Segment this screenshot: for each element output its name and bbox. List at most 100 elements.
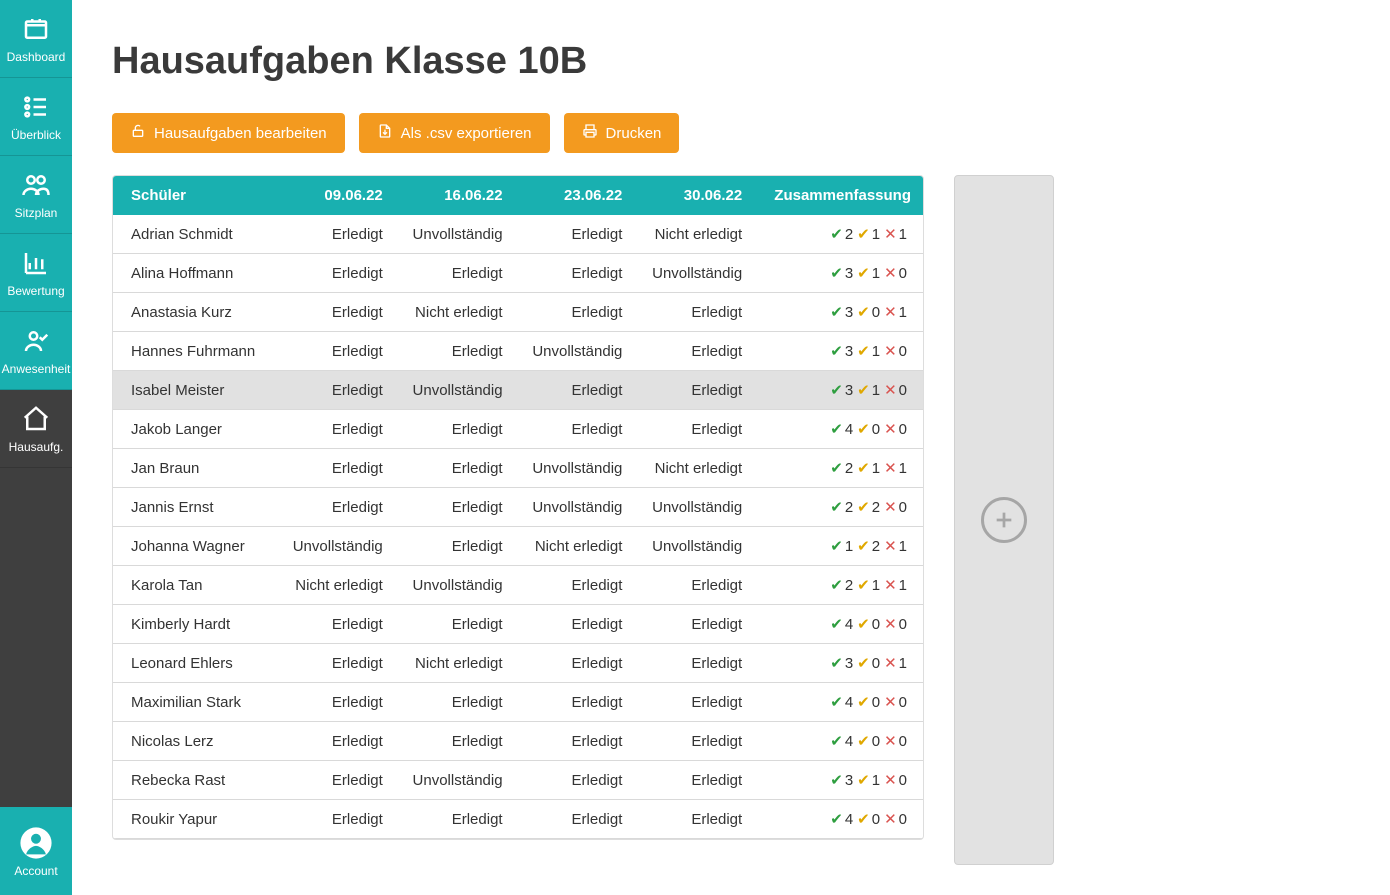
- status-cell[interactable]: Erledigt: [275, 605, 395, 644]
- col-date[interactable]: 30.06.22: [634, 176, 754, 215]
- export-csv-button[interactable]: Als .csv exportieren: [359, 113, 550, 153]
- status-cell[interactable]: Unvollständig: [634, 488, 754, 527]
- print-button[interactable]: Drucken: [564, 113, 680, 153]
- status-cell[interactable]: Erledigt: [634, 371, 754, 410]
- status-cell[interactable]: Erledigt: [395, 449, 515, 488]
- status-cell[interactable]: Erledigt: [515, 215, 635, 254]
- status-cell[interactable]: Erledigt: [515, 293, 635, 332]
- table-row[interactable]: Maximilian StarkErledigtErledigtErledigt…: [113, 683, 923, 722]
- status-cell[interactable]: Erledigt: [275, 449, 395, 488]
- status-cell[interactable]: Erledigt: [515, 722, 635, 761]
- status-cell[interactable]: Erledigt: [515, 644, 635, 683]
- status-cell[interactable]: Erledigt: [275, 800, 395, 839]
- student-name: Alina Hoffmann: [113, 254, 275, 293]
- status-cell[interactable]: Erledigt: [395, 722, 515, 761]
- status-cell[interactable]: Erledigt: [275, 254, 395, 293]
- status-cell[interactable]: Erledigt: [515, 605, 635, 644]
- status-cell[interactable]: Erledigt: [634, 644, 754, 683]
- status-cell[interactable]: Erledigt: [275, 293, 395, 332]
- sidebar-item-attendance[interactable]: Anwesenheit: [0, 312, 72, 390]
- status-cell[interactable]: Erledigt: [634, 605, 754, 644]
- table-row[interactable]: Jan BraunErledigtErledigtUnvollständigNi…: [113, 449, 923, 488]
- table-row[interactable]: Adrian SchmidtErledigtUnvollständigErled…: [113, 215, 923, 254]
- table-row[interactable]: Karola TanNicht erledigtUnvollständigErl…: [113, 566, 923, 605]
- status-cell[interactable]: Erledigt: [275, 332, 395, 371]
- col-date[interactable]: 09.06.22: [275, 176, 395, 215]
- status-cell[interactable]: Erledigt: [634, 683, 754, 722]
- status-cell[interactable]: Erledigt: [515, 566, 635, 605]
- status-cell[interactable]: Erledigt: [634, 800, 754, 839]
- table-row[interactable]: Roukir YapurErledigtErledigtErledigtErle…: [113, 800, 923, 839]
- cross-icon: ✕: [884, 538, 897, 555]
- sidebar-item-homework[interactable]: Hausaufg.: [0, 390, 72, 468]
- table-row[interactable]: Leonard EhlersErledigtNicht erledigtErle…: [113, 644, 923, 683]
- status-cell[interactable]: Erledigt: [395, 488, 515, 527]
- table-row[interactable]: Alina HoffmannErledigtErledigtErledigtUn…: [113, 254, 923, 293]
- status-cell[interactable]: Erledigt: [275, 722, 395, 761]
- sidebar-item-dashboard[interactable]: Dashboard: [0, 0, 72, 78]
- status-cell[interactable]: Unvollständig: [515, 332, 635, 371]
- table-row[interactable]: Anastasia KurzErledigtNicht erledigtErle…: [113, 293, 923, 332]
- status-cell[interactable]: Erledigt: [515, 683, 635, 722]
- status-cell[interactable]: Unvollständig: [634, 254, 754, 293]
- status-cell[interactable]: Erledigt: [395, 605, 515, 644]
- status-cell[interactable]: Erledigt: [515, 800, 635, 839]
- table-row[interactable]: Kimberly HardtErledigtErledigtErledigtEr…: [113, 605, 923, 644]
- table-row[interactable]: Isabel MeisterErledigtUnvollständigErled…: [113, 371, 923, 410]
- cross-icon: ✕: [884, 421, 897, 438]
- col-date[interactable]: 16.06.22: [395, 176, 515, 215]
- status-cell[interactable]: Unvollständig: [395, 566, 515, 605]
- status-cell[interactable]: Erledigt: [275, 371, 395, 410]
- status-cell[interactable]: Erledigt: [275, 410, 395, 449]
- status-cell[interactable]: Erledigt: [395, 683, 515, 722]
- table-row[interactable]: Hannes FuhrmannErledigtErledigtUnvollstä…: [113, 332, 923, 371]
- col-date[interactable]: 23.06.22: [515, 176, 635, 215]
- status-cell[interactable]: Erledigt: [395, 332, 515, 371]
- table-row[interactable]: Johanna WagnerUnvollständigErledigtNicht…: [113, 527, 923, 566]
- status-cell[interactable]: Erledigt: [275, 215, 395, 254]
- status-cell[interactable]: Nicht erledigt: [634, 449, 754, 488]
- status-cell[interactable]: Unvollständig: [395, 371, 515, 410]
- status-cell[interactable]: Erledigt: [275, 683, 395, 722]
- status-cell[interactable]: Erledigt: [515, 254, 635, 293]
- status-cell[interactable]: Erledigt: [395, 254, 515, 293]
- status-cell[interactable]: Unvollständig: [395, 761, 515, 800]
- status-cell[interactable]: Unvollständig: [275, 527, 395, 566]
- table-row[interactable]: Rebecka RastErledigtUnvollständigErledig…: [113, 761, 923, 800]
- status-cell[interactable]: Erledigt: [634, 566, 754, 605]
- status-cell[interactable]: Erledigt: [634, 293, 754, 332]
- status-cell[interactable]: Erledigt: [515, 371, 635, 410]
- col-summary[interactable]: Zusammenfassung: [754, 176, 923, 215]
- sidebar-item-overview[interactable]: Überblick: [0, 78, 72, 156]
- status-cell[interactable]: Nicht erledigt: [634, 215, 754, 254]
- status-cell[interactable]: Nicht erledigt: [395, 293, 515, 332]
- table-row[interactable]: Nicolas LerzErledigtErledigtErledigtErle…: [113, 722, 923, 761]
- status-cell[interactable]: Unvollständig: [515, 488, 635, 527]
- status-cell[interactable]: Erledigt: [275, 761, 395, 800]
- status-cell[interactable]: Erledigt: [395, 527, 515, 566]
- status-cell[interactable]: Erledigt: [634, 761, 754, 800]
- table-row[interactable]: Jakob LangerErledigtErledigtErledigtErle…: [113, 410, 923, 449]
- status-cell[interactable]: Nicht erledigt: [395, 644, 515, 683]
- status-cell[interactable]: Erledigt: [275, 644, 395, 683]
- edit-homework-button[interactable]: Hausaufgaben bearbeiten: [112, 113, 345, 153]
- status-cell[interactable]: Erledigt: [515, 761, 635, 800]
- table-row[interactable]: Jannis ErnstErledigtErledigtUnvollständi…: [113, 488, 923, 527]
- col-student[interactable]: Schüler: [113, 176, 275, 215]
- status-cell[interactable]: Erledigt: [634, 332, 754, 371]
- sidebar-item-account[interactable]: Account: [0, 807, 72, 895]
- status-cell[interactable]: Erledigt: [275, 488, 395, 527]
- status-cell[interactable]: Unvollständig: [634, 527, 754, 566]
- status-cell[interactable]: Unvollständig: [395, 215, 515, 254]
- status-cell[interactable]: Unvollständig: [515, 449, 635, 488]
- status-cell[interactable]: Erledigt: [395, 800, 515, 839]
- status-cell[interactable]: Erledigt: [634, 410, 754, 449]
- sidebar-item-grades[interactable]: Bewertung: [0, 234, 72, 312]
- status-cell[interactable]: Nicht erledigt: [275, 566, 395, 605]
- status-cell[interactable]: Erledigt: [515, 410, 635, 449]
- status-cell[interactable]: Erledigt: [634, 722, 754, 761]
- sidebar-item-seating[interactable]: Sitzplan: [0, 156, 72, 234]
- add-column-panel[interactable]: [954, 175, 1054, 865]
- status-cell[interactable]: Erledigt: [395, 410, 515, 449]
- status-cell[interactable]: Nicht erledigt: [515, 527, 635, 566]
